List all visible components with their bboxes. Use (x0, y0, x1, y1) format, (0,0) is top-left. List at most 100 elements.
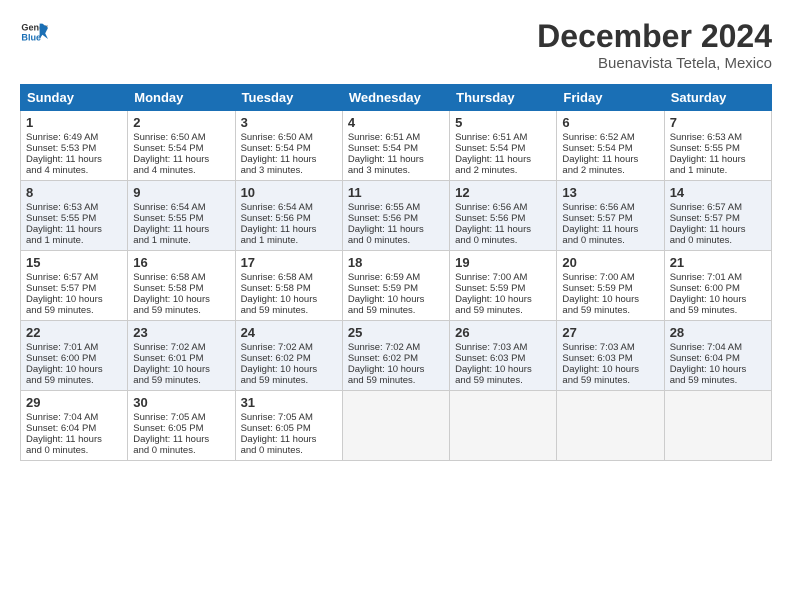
day-info-line: and 1 minute. (133, 235, 229, 246)
col-sunday: Sunday (21, 85, 128, 111)
cell-week5-day6 (664, 391, 771, 461)
day-number: 28 (670, 325, 766, 340)
col-friday: Friday (557, 85, 664, 111)
cell-week3-day2: 17Sunrise: 6:58 AMSunset: 5:58 PMDayligh… (235, 251, 342, 321)
day-info-line: and 0 minutes. (133, 445, 229, 456)
day-info-line: Sunrise: 7:01 AM (26, 342, 122, 353)
day-info-line: Daylight: 11 hours (348, 154, 444, 165)
day-info-line: Sunset: 5:54 PM (133, 143, 229, 154)
day-info-line: and 2 minutes. (455, 165, 551, 176)
day-info-line: and 1 minute. (26, 235, 122, 246)
day-number: 11 (348, 185, 444, 200)
cell-week5-day1: 30Sunrise: 7:05 AMSunset: 6:05 PMDayligh… (128, 391, 235, 461)
day-info-line: Sunset: 5:59 PM (348, 283, 444, 294)
cell-week2-day5: 13Sunrise: 6:56 AMSunset: 5:57 PMDayligh… (557, 181, 664, 251)
day-info-line: Sunrise: 6:53 AM (26, 202, 122, 213)
logo: General Blue (20, 18, 48, 46)
day-info-line: Sunset: 5:53 PM (26, 143, 122, 154)
day-number: 8 (26, 185, 122, 200)
day-info-line: Sunset: 6:05 PM (133, 423, 229, 434)
col-thursday: Thursday (450, 85, 557, 111)
cell-week2-day4: 12Sunrise: 6:56 AMSunset: 5:56 PMDayligh… (450, 181, 557, 251)
cell-week2-day1: 9Sunrise: 6:54 AMSunset: 5:55 PMDaylight… (128, 181, 235, 251)
day-info-line: and 59 minutes. (348, 305, 444, 316)
day-info-line: Sunset: 6:00 PM (26, 353, 122, 364)
day-info-line: and 59 minutes. (26, 375, 122, 386)
cell-week1-day2: 3Sunrise: 6:50 AMSunset: 5:54 PMDaylight… (235, 111, 342, 181)
day-info-line: Sunrise: 6:52 AM (562, 132, 658, 143)
cell-week4-day4: 26Sunrise: 7:03 AMSunset: 6:03 PMDayligh… (450, 321, 557, 391)
calendar-header: Sunday Monday Tuesday Wednesday Thursday… (21, 85, 772, 111)
header-row: Sunday Monday Tuesday Wednesday Thursday… (21, 85, 772, 111)
day-info-line: and 0 minutes. (562, 235, 658, 246)
day-info-line: Sunrise: 6:58 AM (241, 272, 337, 283)
week-row-4: 22Sunrise: 7:01 AMSunset: 6:00 PMDayligh… (21, 321, 772, 391)
day-number: 26 (455, 325, 551, 340)
day-info-line: Sunrise: 6:50 AM (241, 132, 337, 143)
cell-week3-day1: 16Sunrise: 6:58 AMSunset: 5:58 PMDayligh… (128, 251, 235, 321)
day-info-line: Daylight: 10 hours (348, 364, 444, 375)
cell-week2-day6: 14Sunrise: 6:57 AMSunset: 5:57 PMDayligh… (664, 181, 771, 251)
day-info-line: and 59 minutes. (455, 375, 551, 386)
week-row-1: 1Sunrise: 6:49 AMSunset: 5:53 PMDaylight… (21, 111, 772, 181)
day-number: 5 (455, 115, 551, 130)
day-info-line: Sunrise: 6:56 AM (562, 202, 658, 213)
day-info-line: Sunset: 6:04 PM (26, 423, 122, 434)
calendar-table: Sunday Monday Tuesday Wednesday Thursday… (20, 84, 772, 461)
cell-week3-day0: 15Sunrise: 6:57 AMSunset: 5:57 PMDayligh… (21, 251, 128, 321)
day-info-line: Sunset: 6:01 PM (133, 353, 229, 364)
day-info-line: Sunset: 5:54 PM (562, 143, 658, 154)
day-info-line: and 59 minutes. (562, 375, 658, 386)
day-number: 30 (133, 395, 229, 410)
cell-week4-day3: 25Sunrise: 7:02 AMSunset: 6:02 PMDayligh… (342, 321, 449, 391)
day-info-line: Sunset: 6:03 PM (455, 353, 551, 364)
day-info-line: Daylight: 10 hours (133, 294, 229, 305)
cell-week2-day3: 11Sunrise: 6:55 AMSunset: 5:56 PMDayligh… (342, 181, 449, 251)
day-number: 21 (670, 255, 766, 270)
day-info-line: and 1 minute. (241, 235, 337, 246)
day-number: 3 (241, 115, 337, 130)
day-info-line: Sunrise: 6:51 AM (455, 132, 551, 143)
day-info-line: Sunset: 5:56 PM (455, 213, 551, 224)
day-info-line: Daylight: 11 hours (133, 224, 229, 235)
day-info-line: and 59 minutes. (133, 375, 229, 386)
day-info-line: Daylight: 10 hours (26, 364, 122, 375)
day-info-line: Daylight: 10 hours (455, 364, 551, 375)
day-info-line: Sunset: 5:54 PM (348, 143, 444, 154)
day-info-line: Daylight: 11 hours (133, 154, 229, 165)
day-info-line: and 3 minutes. (241, 165, 337, 176)
cell-week5-day5 (557, 391, 664, 461)
cell-week5-day0: 29Sunrise: 7:04 AMSunset: 6:04 PMDayligh… (21, 391, 128, 461)
cell-week3-day6: 21Sunrise: 7:01 AMSunset: 6:00 PMDayligh… (664, 251, 771, 321)
day-number: 24 (241, 325, 337, 340)
col-wednesday: Wednesday (342, 85, 449, 111)
cell-week1-day1: 2Sunrise: 6:50 AMSunset: 5:54 PMDaylight… (128, 111, 235, 181)
day-info-line: Daylight: 11 hours (241, 224, 337, 235)
day-number: 4 (348, 115, 444, 130)
day-info-line: Daylight: 10 hours (562, 364, 658, 375)
day-info-line: Sunset: 6:04 PM (670, 353, 766, 364)
cell-week1-day0: 1Sunrise: 6:49 AMSunset: 5:53 PMDaylight… (21, 111, 128, 181)
day-info-line: Daylight: 10 hours (348, 294, 444, 305)
logo-icon: General Blue (20, 18, 48, 46)
day-number: 23 (133, 325, 229, 340)
header: General Blue December 2024 Buenavista Te… (20, 18, 772, 72)
cell-week1-day5: 6Sunrise: 6:52 AMSunset: 5:54 PMDaylight… (557, 111, 664, 181)
day-info-line: Sunset: 6:05 PM (241, 423, 337, 434)
day-number: 12 (455, 185, 551, 200)
cell-week5-day2: 31Sunrise: 7:05 AMSunset: 6:05 PMDayligh… (235, 391, 342, 461)
day-info-line: Daylight: 10 hours (562, 294, 658, 305)
day-info-line: Sunset: 5:57 PM (562, 213, 658, 224)
day-info-line: and 0 minutes. (26, 445, 122, 456)
day-info-line: Sunset: 6:02 PM (241, 353, 337, 364)
day-info-line: Sunrise: 6:54 AM (241, 202, 337, 213)
main-title: December 2024 (537, 18, 772, 55)
day-info-line: Daylight: 11 hours (455, 224, 551, 235)
day-info-line: Daylight: 11 hours (670, 154, 766, 165)
day-info-line: Sunrise: 7:04 AM (670, 342, 766, 353)
day-info-line: Sunrise: 6:57 AM (26, 272, 122, 283)
day-info-line: Daylight: 11 hours (26, 154, 122, 165)
day-info-line: Daylight: 11 hours (241, 154, 337, 165)
day-number: 22 (26, 325, 122, 340)
day-info-line: Sunrise: 6:51 AM (348, 132, 444, 143)
